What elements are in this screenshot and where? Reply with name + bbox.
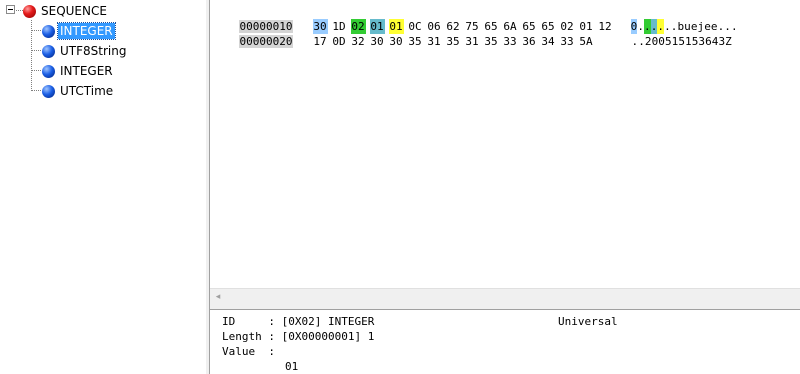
id-label: ID — [222, 315, 236, 328]
tree-node-integer-1[interactable]: INTEGER — [42, 21, 116, 41]
tree-node-integer-2[interactable]: INTEGER — [42, 61, 115, 81]
hex-bytes: 17 0D 32 30 30 35 31 35 31 35 33 36 34 33 5A — [313, 35, 598, 48]
red-ball-icon — [23, 4, 36, 18]
ascii-char[interactable]: Z — [725, 34, 732, 49]
ascii-char[interactable]: 3 — [718, 34, 725, 49]
hex-byte[interactable]: 35 — [484, 34, 503, 49]
tree-connector-child-4 — [31, 90, 41, 91]
hex-byte[interactable]: 34 — [541, 34, 560, 49]
ascii-char[interactable]: 4 — [712, 34, 719, 49]
id-value: [0X02] INTEGER — [281, 315, 375, 328]
hex-byte[interactable]: 32 — [351, 34, 370, 49]
tree-node-label: UTF8String — [60, 44, 127, 58]
collapse-toggle-icon[interactable] — [6, 5, 15, 14]
ascii-char[interactable]: . — [631, 34, 639, 49]
blue-ball-icon — [42, 44, 55, 58]
hex-byte[interactable]: 30 — [370, 34, 389, 49]
tree-node-label: SEQUENCE — [41, 4, 107, 18]
tree-connector-child-2 — [31, 50, 41, 51]
hex-ascii: ..200515153643Z — [631, 34, 732, 49]
ascii-char[interactable]: . — [731, 19, 738, 34]
blue-ball-icon — [42, 64, 55, 78]
hex-byte[interactable]: 36 — [522, 34, 541, 49]
hex-byte[interactable]: 31 — [427, 34, 446, 49]
hex-byte[interactable]: 33 — [560, 34, 579, 49]
hex-byte[interactable]: 31 — [465, 34, 484, 49]
hex-byte[interactable]: 35 — [408, 34, 427, 49]
hex-offset: 00000020 — [238, 35, 294, 48]
detail-value-line: Value : — [222, 345, 275, 358]
length-label: Length — [222, 330, 262, 343]
hex-row-1: 00000010 30 1D 02 01 01 0C 06 62 75 65 6A 65 65 02 01 1… — [212, 4, 738, 34]
ascii-char[interactable]: 5 — [665, 34, 672, 49]
hex-view-panel[interactable]: 00000010 30 1D 02 01 01 0C 06 62 75 65 6A 65 65 02 01 1… — [210, 0, 800, 288]
asn1-tree-panel: SEQUENCE INTEGER UTF8String INTEGER UTCT… — [0, 0, 206, 374]
detail-length-line: Length : [0X00000001] 1 — [222, 330, 375, 343]
hex-byte[interactable]: 5A — [579, 34, 598, 49]
ascii-char[interactable]: 0 — [652, 34, 659, 49]
ascii-char[interactable]: 1 — [672, 34, 679, 49]
ascii-char[interactable]: 0 — [658, 34, 665, 49]
hex-byte[interactable]: 30 — [389, 34, 408, 49]
horizontal-scrollbar[interactable]: ◂ — [210, 288, 800, 304]
blue-ball-icon — [42, 84, 55, 98]
ascii-char[interactable]: . — [638, 34, 645, 49]
hex-byte[interactable]: 33 — [503, 34, 522, 49]
hex-byte[interactable]: 0D — [332, 34, 351, 49]
value-data: 01 — [285, 360, 299, 373]
ascii-char[interactable]: 1 — [685, 34, 692, 49]
ascii-char[interactable]: 2 — [645, 34, 652, 49]
tree-connector-child-3 — [31, 70, 41, 71]
tree-node-label-selected: INTEGER — [57, 22, 116, 40]
field-detail-panel: ID : [0X02] INTEGER Universal Length : [… — [210, 310, 800, 374]
tree-connector-child-1 — [31, 30, 41, 31]
tree-node-label: UTCTime — [60, 84, 114, 98]
hex-byte[interactable]: 35 — [446, 34, 465, 49]
tree-node-sequence[interactable]: SEQUENCE — [23, 1, 109, 21]
hex-byte[interactable]: 17 — [313, 34, 332, 49]
blue-ball-icon — [42, 24, 55, 38]
tree-node-label: INTEGER — [60, 64, 113, 78]
ascii-char[interactable]: 5 — [692, 34, 699, 49]
length-value: [0X00000001] 1 — [281, 330, 375, 343]
ascii-char[interactable]: 5 — [678, 34, 685, 49]
ascii-char[interactable]: 6 — [705, 34, 712, 49]
scroll-left-arrow-icon[interactable]: ◂ — [210, 289, 226, 304]
detail-id-line: ID : [0X02] INTEGER — [222, 315, 375, 328]
value-label: Value — [222, 345, 256, 358]
tree-node-utf8string[interactable]: UTF8String — [42, 41, 128, 61]
hex-row-2: 00000020 17 0D 32 30 30 35 31 35 31 35 33 36 34 33 5A … — [212, 19, 732, 48]
ascii-char[interactable]: 3 — [698, 34, 705, 49]
tree-node-utctime[interactable]: UTCTime — [42, 81, 115, 101]
class-value: Universal — [558, 315, 618, 328]
tree-connector-root — [16, 10, 23, 11]
